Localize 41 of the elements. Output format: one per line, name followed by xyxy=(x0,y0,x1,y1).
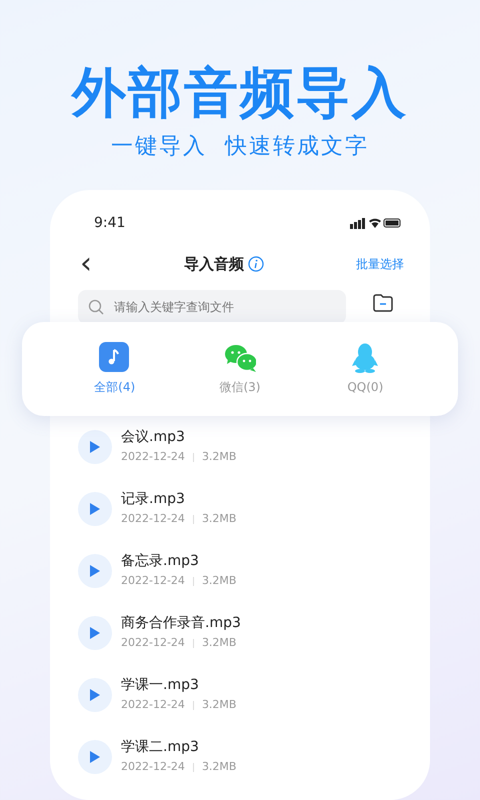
play-icon xyxy=(90,565,100,577)
file-size: 3.2MB xyxy=(202,697,236,714)
file-size: 3.2MB xyxy=(202,759,236,776)
play-icon xyxy=(90,751,100,763)
file-date: 2022-12-24 xyxy=(121,511,185,528)
batch-select-button[interactable]: 批量选择 xyxy=(356,255,404,273)
file-date: 2022-12-24 xyxy=(121,449,185,466)
status-time: 9:41 xyxy=(94,214,126,232)
subtitle: 一键导入 快速转成文字 xyxy=(110,133,370,161)
file-date: 2022-12-24 xyxy=(121,635,185,652)
source-tab[interactable]: QQ(0) xyxy=(320,341,410,397)
file-name: 会议.mp3 xyxy=(121,428,186,446)
source-tab[interactable]: 微信(3) xyxy=(194,341,285,397)
search-icon xyxy=(88,299,104,315)
file-size: 3.2MB xyxy=(202,511,236,528)
page-title: 导入音频 xyxy=(184,254,244,275)
file-date: 2022-12-24 xyxy=(121,697,185,714)
file-size: 3.2MB xyxy=(202,449,236,466)
source-tab[interactable]: 全部(4) xyxy=(70,341,160,397)
file-name: 学课二.mp3 xyxy=(121,738,200,756)
chat-bubbles-icon xyxy=(224,342,256,374)
play-icon xyxy=(90,503,100,515)
file-size: 3.2MB xyxy=(202,573,236,590)
file-name: 商务合作录音.mp3 xyxy=(121,614,241,632)
music-note-icon xyxy=(98,342,131,374)
play-icon xyxy=(90,441,100,453)
file-date: 2022-12-24 xyxy=(121,573,185,590)
folder-icon[interactable] xyxy=(372,293,394,313)
back-button[interactable]: ‹ xyxy=(80,249,92,279)
file-date: 2022-12-24 xyxy=(121,759,185,776)
status-icons xyxy=(350,217,402,229)
file-name: 记录.mp3 xyxy=(121,490,186,508)
search-field[interactable]: 请输入关键字查询文件 xyxy=(78,290,346,324)
info-icon[interactable] xyxy=(248,256,264,272)
play-icon xyxy=(90,627,100,639)
file-size: 3.2MB xyxy=(202,635,236,652)
search-input[interactable]: 请输入关键字查询文件 xyxy=(112,297,322,317)
file-name: 备忘录.mp3 xyxy=(121,552,200,570)
file-name: 学课一.mp3 xyxy=(121,676,200,694)
play-icon xyxy=(90,689,100,701)
headline: 外部音频导入 xyxy=(70,60,409,126)
